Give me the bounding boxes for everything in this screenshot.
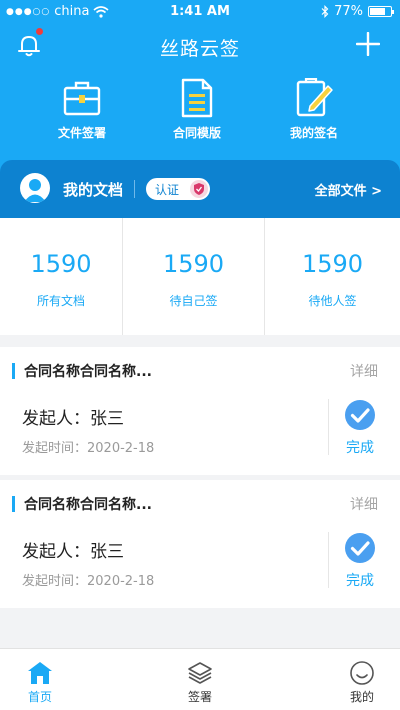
- contract-title: 合同名称合同名称...: [24, 497, 152, 513]
- battery-icon: [368, 6, 394, 17]
- card-accent: [12, 496, 15, 512]
- layers-icon: [188, 662, 212, 684]
- app-header: ●●●○○ china 1:41 AM 77% 丝路云签 文件签署 合同模版 我…: [0, 0, 400, 218]
- quick-actions: 文件签署 合同模版 我的签名: [0, 78, 400, 148]
- tab-label: 首页: [27, 690, 52, 704]
- battery-fill: [370, 8, 386, 15]
- tab-label: 我的: [349, 690, 374, 704]
- tab-mine[interactable]: 我的: [322, 649, 400, 710]
- divider: [134, 180, 135, 198]
- page-title: 丝路云签: [159, 38, 240, 60]
- initiated-time: 发起时间：2020-2-18: [22, 441, 155, 456]
- contract-card[interactable]: 合同名称合同名称... 详细 发起人：张三 发起时间：2020-2-18 完成: [0, 347, 400, 475]
- initiator: 发起人：张三: [22, 409, 124, 429]
- stat-label: 待自己签: [169, 294, 218, 308]
- status-badge: 完成: [346, 440, 374, 456]
- status-right: 77%: [321, 4, 394, 19]
- document-icon: [181, 78, 213, 118]
- initiated-time: 发起时间：2020-2-18: [22, 574, 155, 589]
- smiley-icon: [350, 661, 374, 685]
- stat-all-documents[interactable]: 1590 所有文档: [0, 218, 122, 335]
- my-documents-title: 我的文档: [63, 181, 124, 199]
- plus-icon[interactable]: [356, 32, 380, 56]
- divider: [328, 532, 329, 588]
- check-circle-icon: [345, 533, 375, 563]
- stat-value: 1590: [162, 250, 225, 278]
- bluetooth-icon: [321, 5, 329, 18]
- stat-value: 1590: [301, 250, 364, 278]
- stat-value: 1590: [30, 250, 92, 278]
- document-stats: 1590 所有文档 1590 待自己签 1590 待他人签: [0, 218, 400, 335]
- stat-pending-self[interactable]: 1590 待自己签: [123, 218, 264, 335]
- action-label: 我的签名: [289, 126, 338, 140]
- action-my-signature[interactable]: 我的签名: [264, 78, 364, 141]
- contract-title: 合同名称合同名称...: [24, 364, 152, 380]
- check-circle-icon: [345, 400, 375, 430]
- action-contract-template[interactable]: 合同模版: [147, 78, 247, 141]
- certified-label: 认证: [155, 183, 180, 197]
- action-label: 合同模版: [172, 126, 221, 140]
- user-icon: [24, 179, 46, 202]
- tab-bar: 首页 签署 我的: [0, 648, 400, 710]
- action-file-sign[interactable]: 文件签署: [32, 78, 132, 141]
- status-bar: ●●●○○ china 1:41 AM 77%: [0, 0, 400, 24]
- stat-label: 待他人签: [308, 294, 357, 308]
- stat-label: 所有文档: [36, 294, 85, 308]
- avatar[interactable]: [20, 173, 50, 203]
- tab-label: 签署: [187, 690, 212, 704]
- divider: [328, 399, 329, 455]
- signature-icon: [296, 78, 333, 117]
- card-accent: [12, 363, 15, 379]
- initiator: 发起人：张三: [22, 542, 124, 562]
- tab-sign[interactable]: 签署: [160, 649, 240, 710]
- nav-bar: 丝路云签: [0, 28, 400, 64]
- detail-link[interactable]: 详细: [350, 494, 378, 514]
- detail-link[interactable]: 详细: [350, 361, 378, 381]
- certified-badge[interactable]: 认证: [146, 178, 210, 200]
- contract-card[interactable]: 合同名称合同名称... 详细 发起人：张三 发起时间：2020-2-18 完成: [0, 480, 400, 608]
- stat-pending-others[interactable]: 1590 待他人签: [265, 218, 400, 335]
- status-badge: 完成: [346, 573, 374, 589]
- tab-home[interactable]: 首页: [0, 649, 80, 710]
- shield-icon: [190, 180, 208, 198]
- my-documents-bar: 我的文档 认证 全部文件 >: [0, 160, 400, 218]
- briefcase-icon: [63, 81, 101, 116]
- action-label: 文件签署: [57, 126, 106, 140]
- home-icon: [28, 662, 52, 684]
- all-files-link[interactable]: 全部文件 >: [315, 180, 382, 199]
- battery-percent: 77%: [334, 4, 363, 19]
